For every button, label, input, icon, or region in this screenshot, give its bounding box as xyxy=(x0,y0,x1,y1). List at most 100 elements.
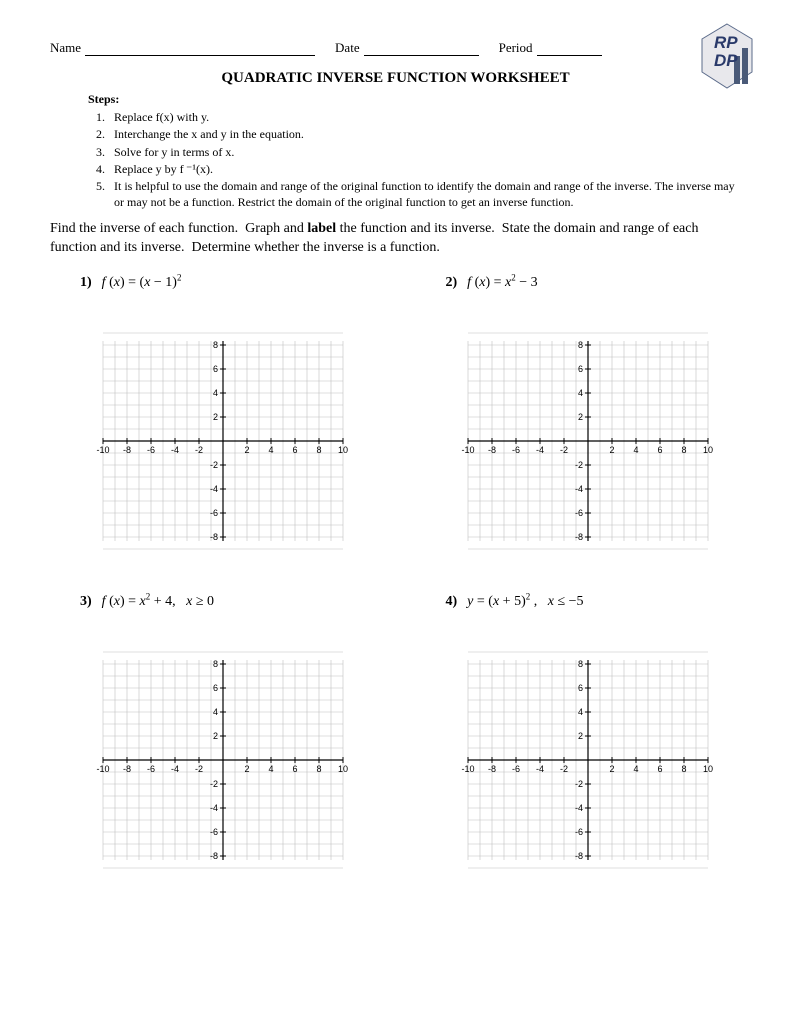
svg-text:8: 8 xyxy=(316,764,321,774)
graph-grid: -10-10-8-8-6-6-4-4-2-2224466881010 xyxy=(50,650,376,870)
svg-text:6: 6 xyxy=(213,364,218,374)
svg-text:-6: -6 xyxy=(575,827,583,837)
steps-block: Steps: Replace f(x) with y. Interchange … xyxy=(88,91,741,210)
steps-heading: Steps: xyxy=(88,92,119,106)
problem-label: 3)f (x) = x2 + 4, x ≥ 0 xyxy=(80,591,376,610)
svg-text:-6: -6 xyxy=(147,445,155,455)
svg-text:-8: -8 xyxy=(210,532,218,542)
svg-text:-6: -6 xyxy=(512,764,520,774)
svg-text:-4: -4 xyxy=(575,484,583,494)
svg-text:-8: -8 xyxy=(575,851,583,861)
svg-text:-10: -10 xyxy=(462,445,475,455)
svg-text:2: 2 xyxy=(244,445,249,455)
svg-text:6: 6 xyxy=(578,683,583,693)
svg-text:8: 8 xyxy=(578,659,583,669)
svg-text:-8: -8 xyxy=(123,764,131,774)
svg-text:-2: -2 xyxy=(195,764,203,774)
svg-text:2: 2 xyxy=(610,445,615,455)
svg-text:-8: -8 xyxy=(488,764,496,774)
svg-text:6: 6 xyxy=(292,764,297,774)
svg-text:4: 4 xyxy=(634,445,639,455)
svg-text:2: 2 xyxy=(610,764,615,774)
problem-label: 2)f (x) = x2 − 3 xyxy=(446,273,742,292)
svg-text:2: 2 xyxy=(578,412,583,422)
svg-text:-6: -6 xyxy=(147,764,155,774)
svg-text:-4: -4 xyxy=(171,764,179,774)
problem-3: 3)f (x) = x2 + 4, x ≥ 0 -10-10-8-8-6-6-4… xyxy=(50,591,376,900)
header-fields: Name Date Period RP DP xyxy=(50,40,741,56)
step-item: Replace f(x) with y. xyxy=(108,109,741,125)
problem-label: 4)y = (x + 5)2 , x ≤ −5 xyxy=(446,591,742,610)
period-blank[interactable] xyxy=(537,41,602,56)
svg-text:2: 2 xyxy=(213,731,218,741)
svg-text:-4: -4 xyxy=(575,803,583,813)
svg-text:8: 8 xyxy=(316,445,321,455)
svg-text:4: 4 xyxy=(268,445,273,455)
name-label: Name xyxy=(50,40,81,56)
svg-text:6: 6 xyxy=(578,364,583,374)
step-item: Replace y by f ⁻¹(x). xyxy=(108,161,741,177)
steps-list: Replace f(x) with y. Interchange the x a… xyxy=(88,109,741,210)
svg-text:-10: -10 xyxy=(96,445,109,455)
svg-text:-2: -2 xyxy=(575,779,583,789)
problem-1: 1)f (x) = (x − 1)2 -10-10-8-8-6-6-4-4-2-… xyxy=(50,273,376,582)
svg-text:8: 8 xyxy=(578,340,583,350)
svg-text:8: 8 xyxy=(682,445,687,455)
svg-text:-6: -6 xyxy=(512,445,520,455)
svg-text:6: 6 xyxy=(658,764,663,774)
svg-text:-2: -2 xyxy=(560,764,568,774)
svg-text:-4: -4 xyxy=(210,484,218,494)
problem-2: 2)f (x) = x2 − 3 -10-10-8-8-6-6-4-4-2-22… xyxy=(416,273,742,582)
svg-text:-4: -4 xyxy=(210,803,218,813)
svg-text:-10: -10 xyxy=(462,764,475,774)
svg-text:8: 8 xyxy=(213,659,218,669)
problems-grid: 1)f (x) = (x − 1)2 -10-10-8-8-6-6-4-4-2-… xyxy=(50,273,741,900)
svg-text:10: 10 xyxy=(338,445,348,455)
svg-text:10: 10 xyxy=(703,445,713,455)
svg-text:2: 2 xyxy=(213,412,218,422)
svg-text:6: 6 xyxy=(213,683,218,693)
svg-text:2: 2 xyxy=(244,764,249,774)
svg-text:10: 10 xyxy=(703,764,713,774)
svg-text:-2: -2 xyxy=(210,779,218,789)
svg-text:4: 4 xyxy=(578,388,583,398)
graph-grid: -10-10-8-8-6-6-4-4-2-2224466881010 xyxy=(416,650,742,870)
svg-text:-8: -8 xyxy=(210,851,218,861)
graph-grid: -10-10-8-8-6-6-4-4-2-2224466881010 xyxy=(416,331,742,551)
svg-text:2: 2 xyxy=(578,731,583,741)
svg-text:10: 10 xyxy=(338,764,348,774)
period-label: Period xyxy=(499,40,533,56)
svg-text:-4: -4 xyxy=(536,764,544,774)
svg-text:8: 8 xyxy=(682,764,687,774)
svg-text:-8: -8 xyxy=(123,445,131,455)
svg-text:-10: -10 xyxy=(96,764,109,774)
svg-text:4: 4 xyxy=(578,707,583,717)
svg-text:6: 6 xyxy=(292,445,297,455)
svg-text:-6: -6 xyxy=(575,508,583,518)
date-blank[interactable] xyxy=(364,41,479,56)
svg-text:4: 4 xyxy=(213,707,218,717)
svg-text:-4: -4 xyxy=(171,445,179,455)
svg-text:RP: RP xyxy=(714,33,738,52)
svg-text:4: 4 xyxy=(268,764,273,774)
step-item: Interchange the x and y in the equation. xyxy=(108,126,741,142)
svg-text:6: 6 xyxy=(658,445,663,455)
page-title: QUADRATIC INVERSE FUNCTION WORKSHEET xyxy=(50,70,741,87)
svg-text:-2: -2 xyxy=(210,460,218,470)
date-label: Date xyxy=(335,40,360,56)
step-item: It is helpful to use the domain and rang… xyxy=(108,178,741,210)
step-item: Solve for y in terms of x. xyxy=(108,144,741,160)
svg-text:-2: -2 xyxy=(560,445,568,455)
rpdp-logo: RP DP xyxy=(698,22,756,92)
problem-label: 1)f (x) = (x − 1)2 xyxy=(80,273,376,292)
name-blank[interactable] xyxy=(85,41,315,56)
svg-text:-8: -8 xyxy=(575,532,583,542)
svg-text:-6: -6 xyxy=(210,508,218,518)
svg-text:-4: -4 xyxy=(536,445,544,455)
svg-text:8: 8 xyxy=(213,340,218,350)
svg-text:-2: -2 xyxy=(195,445,203,455)
instructions: Find the inverse of each function. Graph… xyxy=(50,220,741,256)
svg-text:-2: -2 xyxy=(575,460,583,470)
graph-grid: -10-10-8-8-6-6-4-4-2-2224466881010 xyxy=(50,331,376,551)
svg-text:DP: DP xyxy=(714,51,738,70)
